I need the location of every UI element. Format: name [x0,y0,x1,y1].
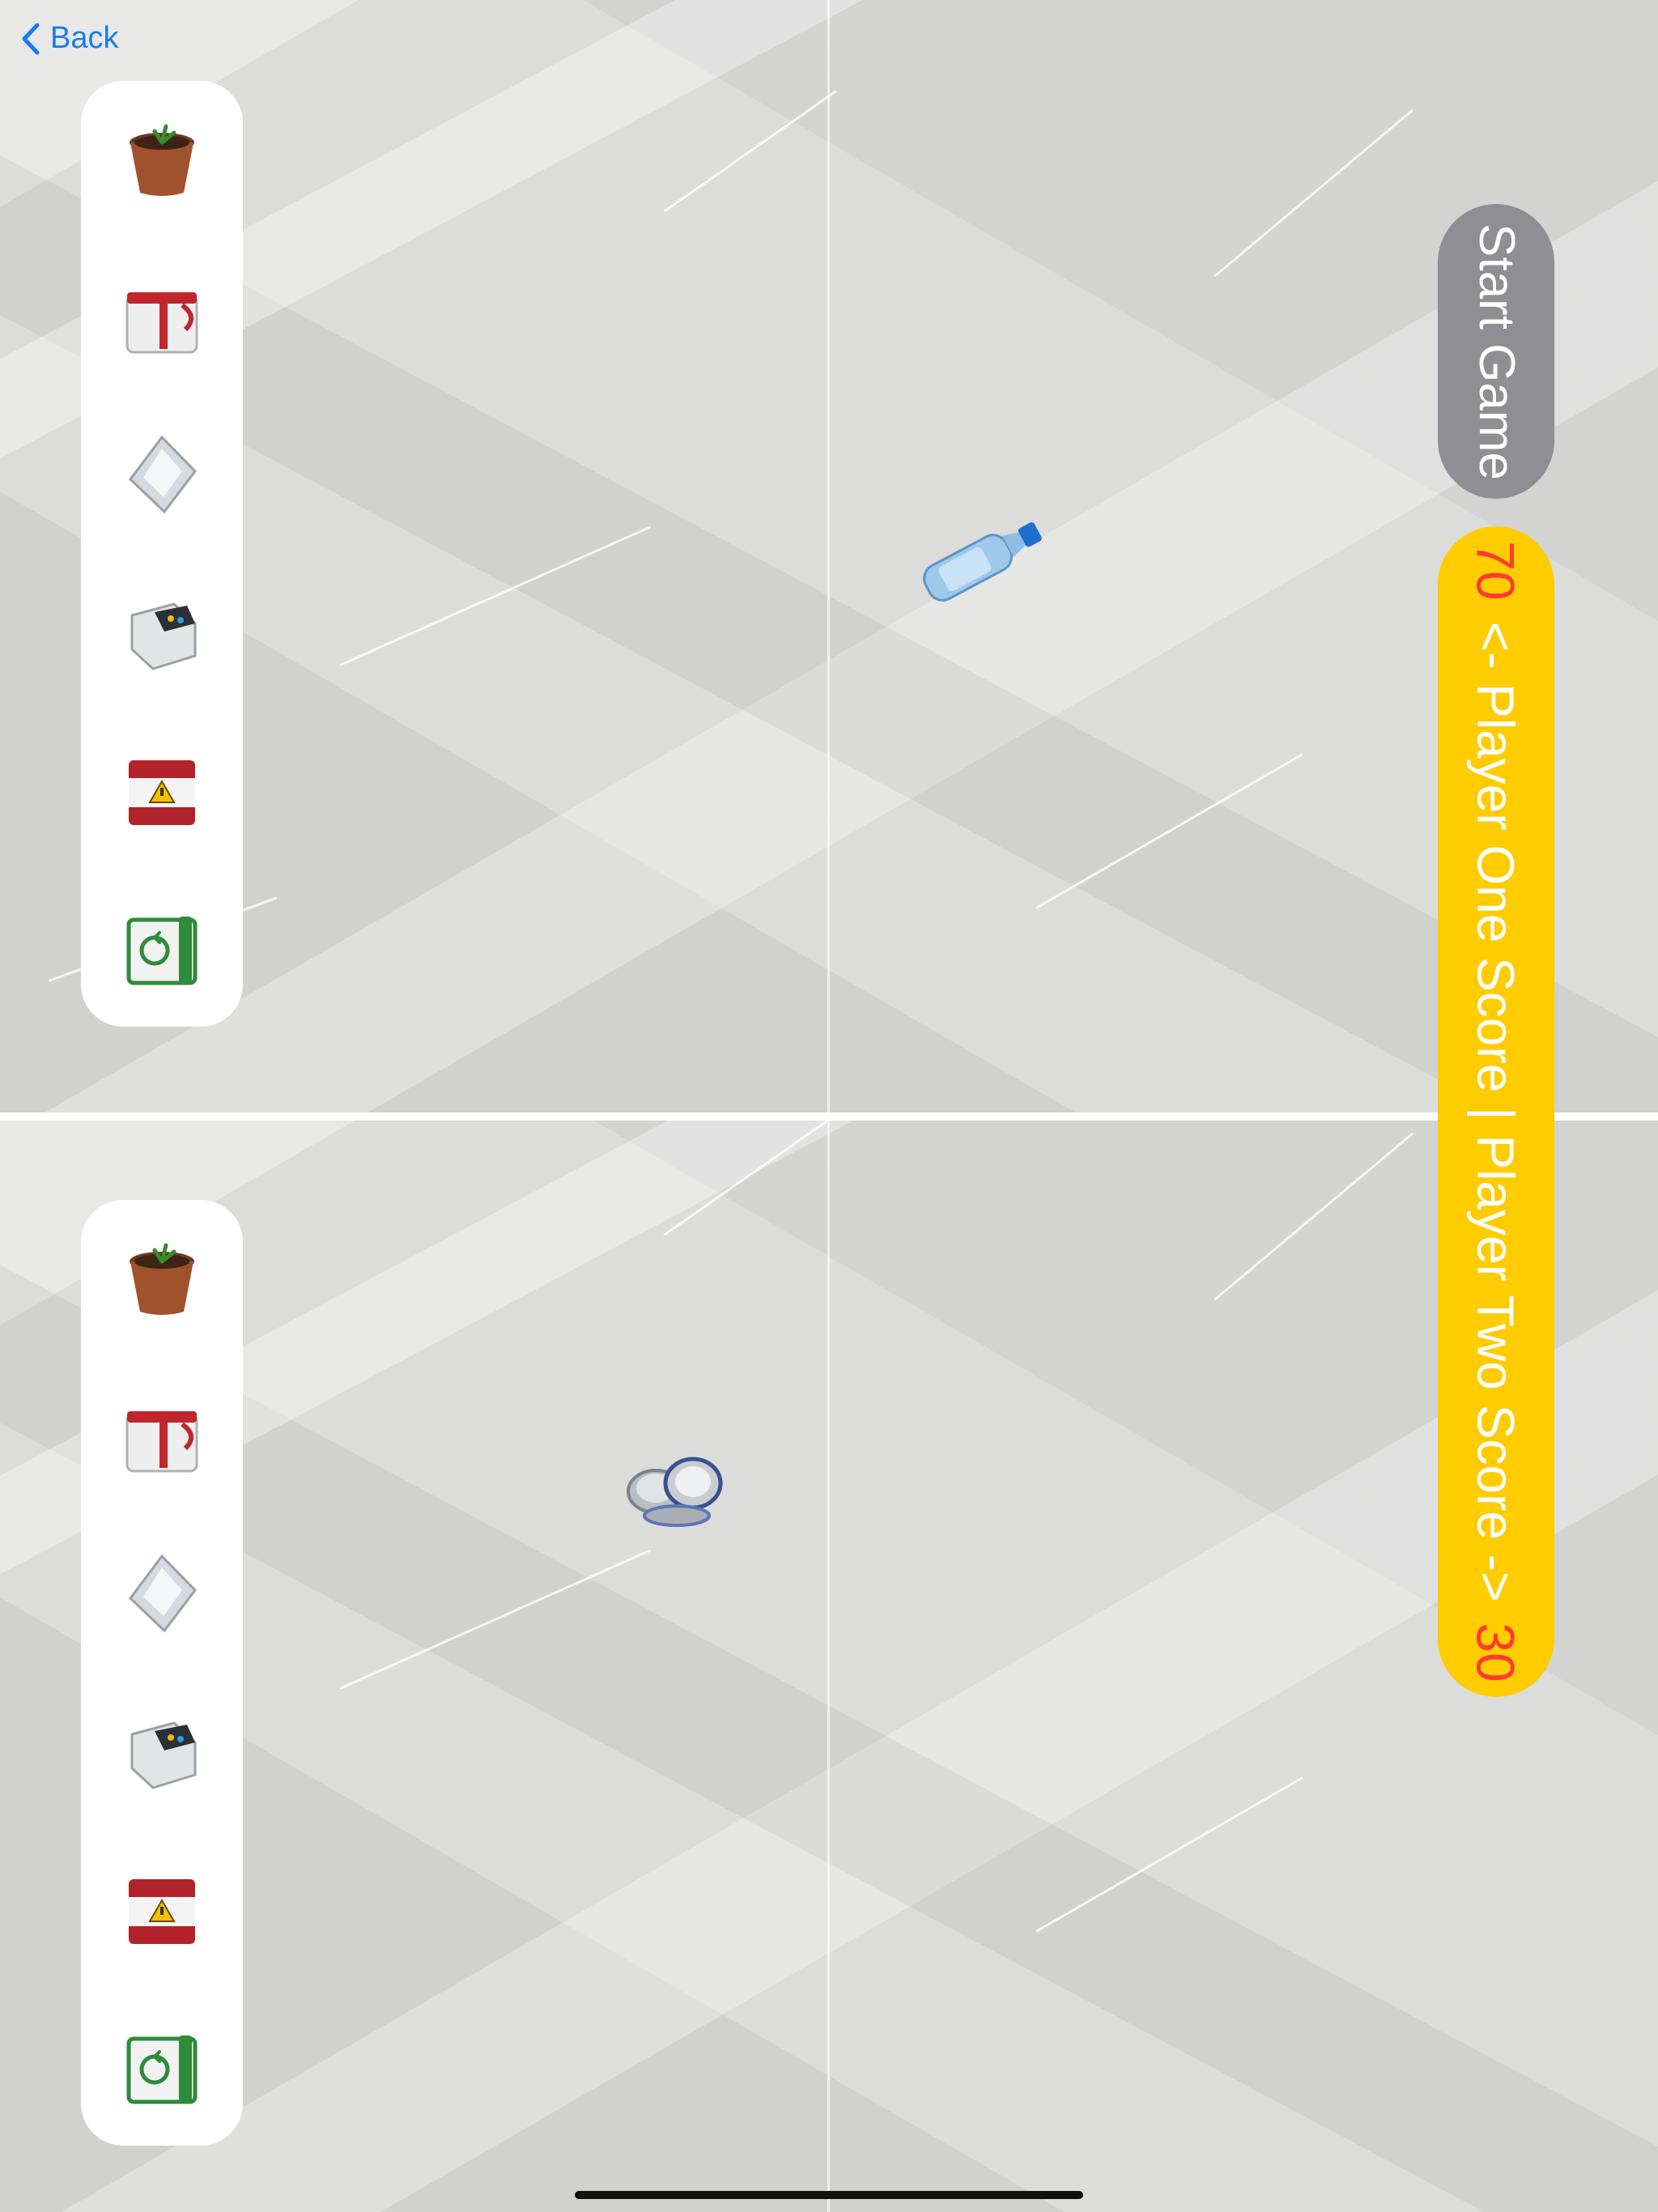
metal-lids-item[interactable] [615,1441,737,1542]
plant-pot-icon [130,124,194,197]
player-one-area[interactable] [0,0,1658,1112]
bin-silver[interactable] [117,1550,206,1639]
recycle-bin-icon [126,2035,198,2104]
back-button[interactable]: Back [19,21,118,56]
home-indicator[interactable] [575,2191,1083,2199]
split-divider [0,1112,1658,1121]
bin-compost[interactable] [117,1234,206,1323]
e-waste-bin-icon [130,1721,197,1789]
recycle-bin-icon [126,916,198,985]
back-label: Back [50,21,119,55]
e-waste-bin-icon [130,602,197,670]
tile-seam [827,0,830,1112]
marble-vein [1035,753,1303,909]
bin-electronics[interactable] [117,588,206,677]
marble-vein [663,90,837,213]
water-bottle-item[interactable] [905,508,1054,613]
plant-pot-icon [130,1243,194,1316]
hazard-bin-icon [129,759,195,825]
bin-red[interactable] [117,1392,206,1481]
marble-vein [339,525,652,666]
bin-compost[interactable] [117,115,206,204]
metal-lids-icon [627,1457,723,1527]
red-bin-icon [125,1410,198,1473]
bin-tray-player-one [81,81,243,1027]
marble-vein [339,1549,652,1690]
silver-bin-icon [129,1554,197,1632]
bin-recycle[interactable] [117,2023,206,2112]
bin-red[interactable] [117,273,206,362]
water-bottle-icon [923,522,1042,602]
score-label: <- Player One Score | Player Two Score -… [1467,621,1525,1602]
silver-bin-icon [129,435,197,513]
bin-hazard[interactable] [117,746,206,835]
player-two-area[interactable] [0,1121,1658,2212]
bin-hazard[interactable] [117,1865,206,1954]
bin-tray-player-two [81,1200,243,2146]
start-game-button[interactable]: Start Game [1438,204,1554,499]
bin-silver[interactable] [117,431,206,520]
red-bin-icon [125,291,198,354]
marble-vein [663,1121,837,1236]
chevron-left-icon [22,23,40,54]
hazard-bin-icon [129,1878,195,1944]
bin-electronics[interactable] [117,1707,206,1796]
marble-vein [1214,1132,1414,1301]
tile-seam [827,1121,830,2212]
player-two-score: 30 [1466,1623,1526,1682]
start-game-label: Start Game [1468,223,1524,480]
score-panel: 70 <- Player One Score | Player Two Scor… [1438,526,1554,1697]
marble-vein [1035,1776,1303,1933]
marble-vein [1214,108,1414,278]
player-one-score: 70 [1466,541,1526,601]
bin-recycle[interactable] [117,904,206,993]
